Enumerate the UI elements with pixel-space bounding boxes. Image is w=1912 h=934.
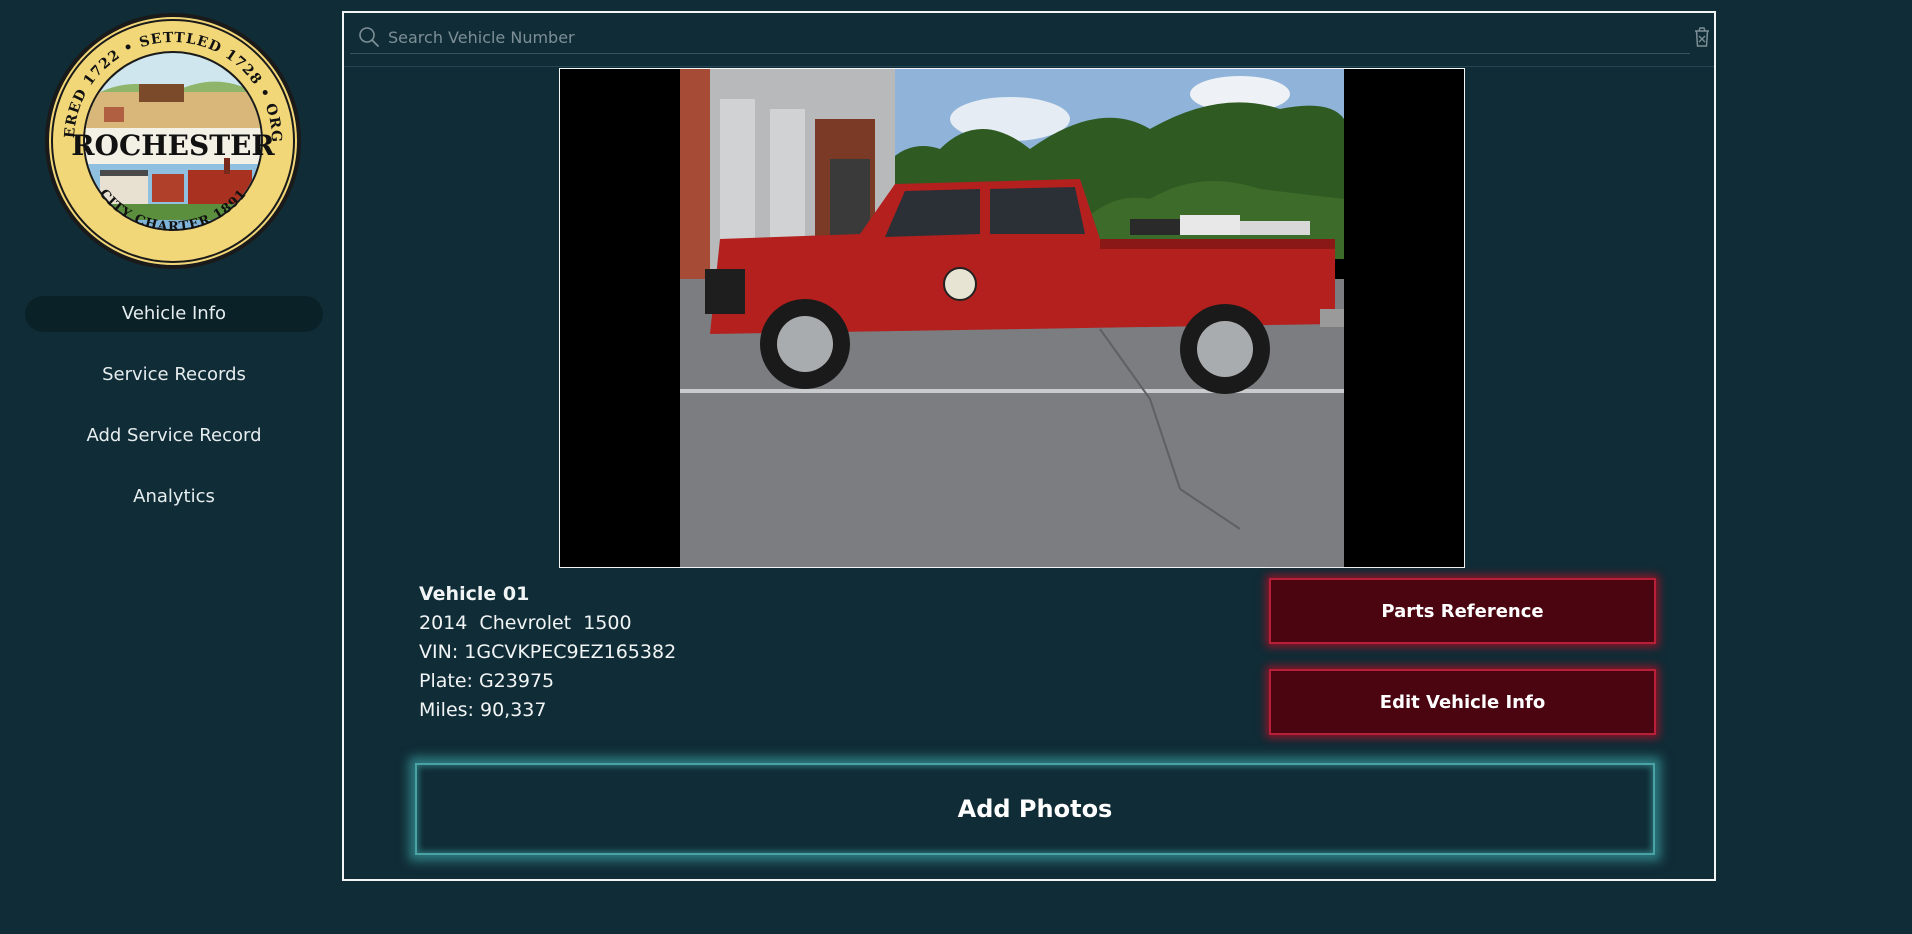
vehicle-plate: Plate: G23975	[419, 670, 555, 692]
nav-item-add-service-record[interactable]: Add Service Record	[25, 418, 323, 454]
sidebar-nav: Vehicle Info Service Records Add Service…	[25, 296, 323, 540]
nav-item-analytics[interactable]: Analytics	[25, 479, 323, 515]
vehicle-details: Vehicle 01 2014 Chevrolet 1500 VIN: 1GCV…	[419, 580, 676, 725]
vehicle-title: Vehicle 01	[419, 583, 530, 605]
vehicle-vin: VIN: 1GCVKPEC9EZ165382	[419, 641, 677, 663]
vehicle-miles: Miles: 90,337	[419, 699, 547, 721]
add-photos-button[interactable]: Add Photos	[415, 763, 1655, 855]
vehicle-info-panel: Vehicle 01 2014 Chevrolet 1500 VIN: 1GCV…	[342, 11, 1716, 881]
edit-vehicle-info-button[interactable]: Edit Vehicle Info	[1269, 669, 1656, 735]
vehicle-photo-frame	[559, 68, 1465, 568]
nav-item-vehicle-info[interactable]: Vehicle Info	[25, 296, 323, 332]
svg-text:ROCHESTER: ROCHESTER	[71, 129, 275, 162]
search-vehicle-input[interactable]	[386, 19, 1670, 55]
parts-reference-button[interactable]: Parts Reference	[1269, 578, 1656, 644]
nav-item-service-records[interactable]: Service Records	[25, 357, 323, 393]
search-divider	[344, 66, 1714, 67]
rochester-seal-logo: ROCHESTER TOWN CHARTERED 1722 • SETTLED …	[44, 12, 301, 269]
trash-can-icon[interactable]	[1692, 26, 1712, 48]
sidebar: ROCHESTER TOWN CHARTERED 1722 • SETTLED …	[0, 0, 348, 934]
vehicle-photo	[680, 69, 1344, 567]
search-icon	[359, 27, 379, 47]
vehicle-year-make-model: 2014 Chevrolet 1500	[419, 612, 632, 634]
search-bar	[350, 19, 1709, 55]
